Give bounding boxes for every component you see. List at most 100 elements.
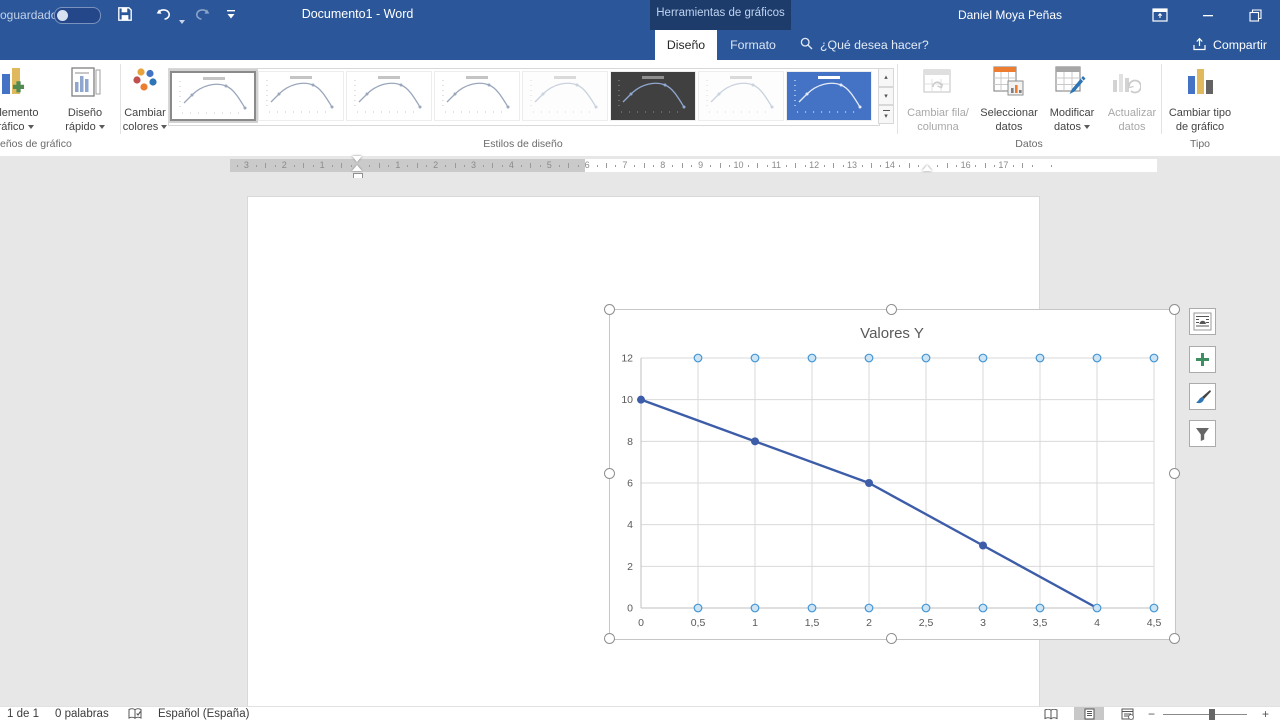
chart-selection-handle[interactable]: [886, 304, 897, 315]
gridline-handle-bottom[interactable]: [808, 604, 816, 612]
gridline-handle-top[interactable]: [922, 354, 930, 362]
edit-data-button[interactable]: Modificardatos: [1042, 106, 1102, 134]
chart-style-thumbnail-4[interactable]: [434, 71, 520, 121]
ruler-tick: [947, 163, 948, 168]
share-icon: [1192, 37, 1207, 54]
save-icon[interactable]: [116, 5, 136, 25]
gridline-handle-bottom[interactable]: [979, 604, 987, 612]
gridline-handle-top[interactable]: [1150, 354, 1158, 362]
layout-options-button[interactable]: [1189, 308, 1216, 335]
data-point-marker[interactable]: [865, 479, 873, 487]
gallery-scroll-down-icon[interactable]: ▾: [878, 87, 894, 106]
web-layout-button[interactable]: [1112, 707, 1142, 720]
gridline-handle-top[interactable]: [865, 354, 873, 362]
chart-selection-handle[interactable]: [1169, 304, 1180, 315]
chart-selection-handle[interactable]: [604, 468, 615, 479]
gridline-handle-top[interactable]: [979, 354, 987, 362]
dropdown-caret: [28, 125, 34, 129]
proofing-status-icon[interactable]: [128, 708, 142, 720]
redo-icon[interactable]: [193, 5, 213, 25]
language-indicator[interactable]: Español (España): [158, 707, 249, 720]
data-point-marker[interactable]: [751, 437, 759, 445]
change-colors-button[interactable]: Cambiar colores: [118, 106, 172, 134]
chart-style-thumbnail-8[interactable]: [786, 71, 872, 121]
document-canvas[interactable]: Valores Y02468101200,511,522,533,544,5: [0, 178, 1280, 706]
customize-qat-icon[interactable]: [226, 8, 236, 26]
ruler-tick: [1032, 165, 1033, 167]
minimize-button[interactable]: [1196, 4, 1220, 26]
chart-selection-handle[interactable]: [1169, 633, 1180, 644]
gallery-scroll-up-icon[interactable]: ▴: [878, 68, 894, 87]
ruler-number: 7: [619, 160, 631, 170]
chart-styles-button[interactable]: [1189, 383, 1216, 410]
ruler-tick: [634, 165, 635, 167]
gridline-handle-top[interactable]: [751, 354, 759, 362]
first-line-indent-marker[interactable]: [352, 156, 362, 162]
gridline-handle-bottom[interactable]: [865, 604, 873, 612]
gridline-handle-bottom[interactable]: [922, 604, 930, 612]
chart-style-thumbnail-5[interactable]: [522, 71, 608, 121]
chart-style-thumbnail-1[interactable]: [170, 71, 256, 121]
chart-elements-button[interactable]: [1189, 346, 1216, 373]
undo-dropdown-caret[interactable]: [176, 13, 185, 31]
ruler-number: 3: [468, 160, 480, 170]
ruler-tick: [492, 163, 493, 168]
chart-style-thumbnail-2[interactable]: [258, 71, 344, 121]
zoom-out-button[interactable]: −: [1148, 707, 1155, 720]
ruler-number: 1: [392, 160, 404, 170]
print-layout-button[interactable]: [1074, 707, 1104, 720]
chart-selection-handle[interactable]: [604, 304, 615, 315]
chart-style-thumbnail-6[interactable]: [610, 71, 696, 121]
chart-filters-button[interactable]: [1189, 420, 1216, 447]
gridline-handle-top[interactable]: [1036, 354, 1044, 362]
tab-formato[interactable]: Formato: [722, 30, 784, 60]
gridline-handle-bottom[interactable]: [1093, 604, 1101, 612]
chart-style-thumbnail-3[interactable]: [346, 71, 432, 121]
autosave-toggle[interactable]: [54, 7, 101, 24]
data-point-marker[interactable]: [979, 542, 987, 550]
chart-style-thumbnail-7[interactable]: [698, 71, 784, 121]
x-axis-tick-label: 0,5: [691, 617, 706, 629]
tell-me-search[interactable]: ¿Qué desea hacer?: [800, 30, 929, 60]
gridline-handle-top[interactable]: [808, 354, 816, 362]
gridline-handle-top[interactable]: [694, 354, 702, 362]
restore-button[interactable]: [1243, 4, 1267, 26]
undo-icon[interactable]: [155, 5, 175, 25]
search-icon: [800, 37, 813, 53]
zoom-in-button[interactable]: +: [1262, 707, 1269, 720]
zoom-slider-handle[interactable]: [1209, 709, 1215, 720]
ribbon-display-options-icon[interactable]: [1148, 4, 1172, 26]
gridline-handle-bottom[interactable]: [751, 604, 759, 612]
right-indent-marker[interactable]: [922, 165, 932, 171]
tell-me-label: ¿Qué desea hacer?: [820, 38, 929, 52]
gridline-handle-bottom[interactable]: [1150, 604, 1158, 612]
gridline-handle-bottom[interactable]: [694, 604, 702, 612]
share-label: Compartir: [1213, 38, 1267, 52]
gridline-handle-top[interactable]: [1093, 354, 1101, 362]
contextual-tab-group-header: Herramientas de gráficos: [650, 7, 791, 19]
zoom-slider-track[interactable]: [1163, 714, 1247, 715]
chart-selection-handle[interactable]: [1169, 468, 1180, 479]
document-page[interactable]: Valores Y02468101200,511,522,533,544,5: [247, 196, 1040, 720]
ruler-tick: [294, 165, 295, 167]
quick-layout-icon: [70, 66, 102, 105]
hanging-indent-marker[interactable]: [352, 165, 362, 171]
page-indicator[interactable]: 1 de 1: [7, 707, 39, 720]
change-chart-type-button[interactable]: Cambiar tipo de gráfico: [1164, 106, 1236, 134]
tab-diseno-contextual[interactable]: Diseño: [655, 30, 717, 60]
gallery-more-icon[interactable]: ▾: [878, 105, 894, 124]
signed-in-user[interactable]: Daniel Moya Peñas: [950, 8, 1070, 22]
chart-selection-handle[interactable]: [604, 633, 615, 644]
word-count[interactable]: 0 palabras: [55, 707, 109, 720]
add-chart-element-button[interactable]: r elemento gráfico: [0, 106, 60, 134]
chart-selection-handle[interactable]: [886, 633, 897, 644]
read-mode-button[interactable]: [1036, 707, 1066, 720]
ruler-number: 14: [884, 160, 896, 170]
share-button[interactable]: Compartir: [1192, 30, 1267, 60]
select-data-button[interactable]: Seleccionardatos: [978, 106, 1040, 134]
chart-title[interactable]: Valores Y: [860, 325, 924, 342]
data-point-marker[interactable]: [637, 396, 645, 404]
quick-layout-button[interactable]: Diseño rápido: [52, 106, 118, 134]
gridline-handle-bottom[interactable]: [1036, 604, 1044, 612]
chart-object-frame[interactable]: Valores Y02468101200,511,522,533,544,5: [609, 309, 1176, 640]
